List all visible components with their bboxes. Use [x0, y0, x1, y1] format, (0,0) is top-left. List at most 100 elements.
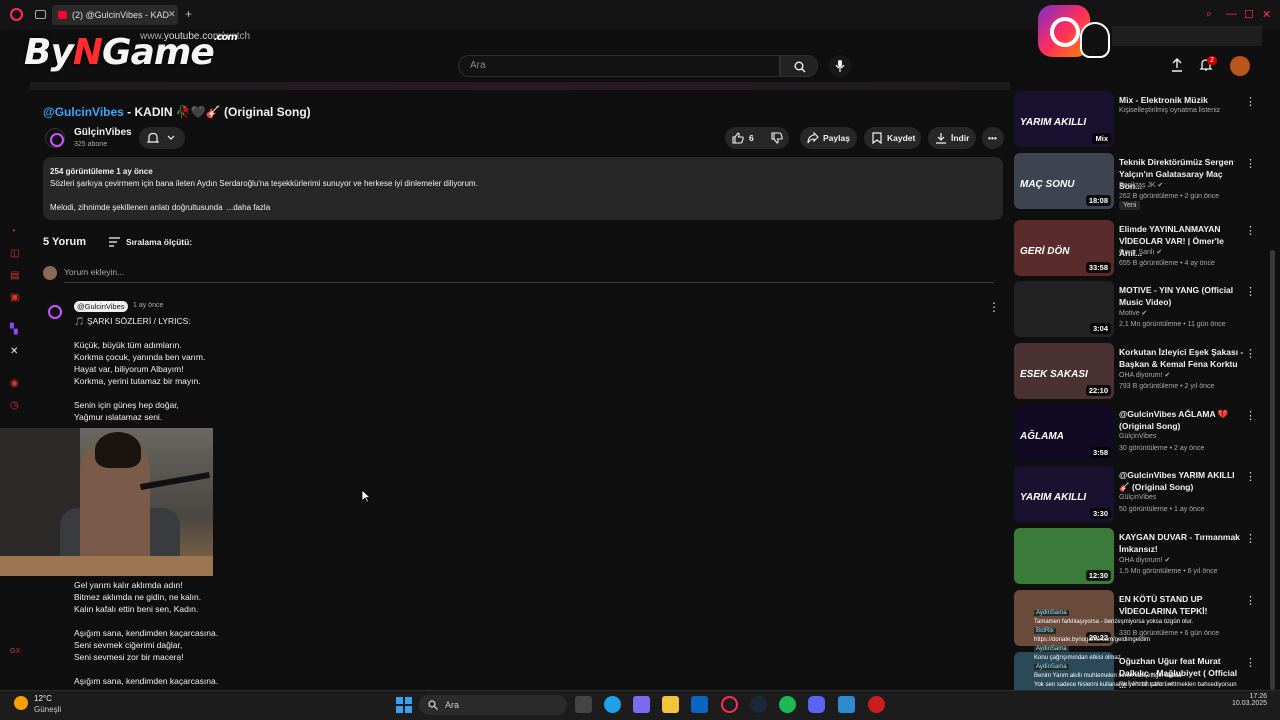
user-avatar[interactable] — [1230, 56, 1250, 76]
sidebar-m-icon[interactable]: ▣ — [10, 292, 21, 303]
video-menu-icon[interactable]: ⋮ — [1245, 285, 1256, 298]
comment-author[interactable]: @GulcinVibes — [74, 301, 128, 312]
recommended-channel-name[interactable]: GülçinVibes — [1119, 494, 1156, 501]
recommended-channel-name[interactable]: Ömer Şanlı ✔ — [1119, 248, 1162, 256]
upload-icon[interactable] — [1170, 58, 1184, 72]
save-button[interactable]: Kaydet — [864, 127, 921, 149]
chat-line: Benim Yarım akıllı muhtemelen senin kast… — [1034, 673, 1182, 679]
recommended-channel-name[interactable]: Kişiselleştirilmiş oynatma listeniz — [1119, 107, 1220, 114]
recommended-channel-name[interactable]: OHA diyorum! ✔ — [1119, 556, 1170, 564]
edge-icon[interactable] — [604, 696, 621, 713]
video-thumbnail[interactable]: ESEK SAKASI 22:10 — [1014, 343, 1114, 399]
spotify-icon[interactable] — [779, 696, 796, 713]
windows-start-icon[interactable] — [396, 697, 412, 713]
recommended-video[interactable]: MAÇ SONU 18:08 Teknik Direktörümüz Sergen … — [1014, 153, 1264, 210]
channel-name[interactable]: GülçinVibes — [74, 127, 132, 138]
comment-text-line: Bitmez aklımda ne gidin, ne kalın. — [74, 592, 202, 602]
recommended-video[interactable]: YARIM AKILLI 3:30 @GulcinVibes YARIM AKILL… — [1014, 466, 1264, 522]
add-comment-input[interactable]: Yorum ekleyin... — [64, 267, 994, 283]
steam-icon[interactable] — [750, 696, 767, 713]
comment-time[interactable]: 1 ay önce — [133, 302, 163, 309]
comment-author-avatar[interactable] — [45, 302, 63, 320]
video-menu-icon[interactable]: ⋮ — [1245, 95, 1256, 108]
video-menu-icon[interactable]: ⋮ — [1245, 594, 1256, 607]
video-thumbnail[interactable]: YARIM AKILLI Mix — [1014, 91, 1114, 147]
minimize-icon[interactable]: — — [1226, 8, 1237, 20]
video-thumbnail[interactable]: 3:04 — [1014, 281, 1114, 337]
voice-search-button[interactable] — [829, 55, 851, 77]
opera-gx-taskbar-icon[interactable] — [721, 696, 738, 713]
player-icon[interactable]: ◉ — [10, 378, 21, 389]
taskbar-search[interactable]: Ara — [419, 695, 567, 715]
recommended-video[interactable]: 12:30 KAYGAN DUVAR - Tırmanmak İmkansız! O… — [1014, 528, 1264, 584]
download-button[interactable]: İndir — [928, 127, 976, 149]
opera-gx-icon[interactable] — [10, 8, 23, 21]
recorder-icon[interactable] — [868, 696, 885, 713]
video-menu-icon[interactable]: ⋮ — [1245, 347, 1256, 360]
discord-icon[interactable] — [808, 696, 825, 713]
twitch-icon[interactable]: ▚ — [10, 324, 21, 335]
video-menu-icon[interactable]: ⋮ — [1245, 224, 1256, 237]
description-box[interactable]: 254 görüntüleme 1 ay önce Sözleri şarkıy… — [43, 157, 1003, 220]
file-explorer-icon[interactable] — [662, 696, 679, 713]
video-thumbnail[interactable]: AĞLAMA 3:58 — [1014, 405, 1114, 461]
copilot-icon[interactable] — [633, 696, 650, 713]
recommended-video-title[interactable]: @GulcinVibes YARIM AKILLI 🎸 (Original So… — [1119, 469, 1244, 493]
video-menu-icon[interactable]: ⋮ — [1245, 409, 1256, 422]
like-button[interactable] — [725, 127, 765, 149]
video-menu-icon[interactable]: ⋮ — [1245, 656, 1256, 669]
video-menu-icon[interactable]: ⋮ — [1245, 532, 1256, 545]
recommended-video-title[interactable]: MOTIVE - YIN YANG (Official Music Video) — [1119, 284, 1244, 308]
history-icon[interactable]: ◷ — [10, 400, 21, 411]
video-thumbnail[interactable]: 12:30 — [1014, 528, 1114, 584]
recommended-video-title[interactable]: EN KÖTÜ STAND UP VİDEOLARINA TEPKİ! — [1119, 593, 1244, 617]
task-view-icon[interactable] — [575, 696, 592, 713]
share-button[interactable]: Paylaş — [800, 127, 857, 149]
page-scrollbar[interactable] — [1270, 250, 1275, 690]
recommended-channel-name[interactable]: GülçinVibes — [1119, 433, 1156, 440]
x-twitter-icon[interactable]: ✕ — [10, 346, 21, 357]
recommended-video-title[interactable]: Korkutan İzleyici Eşek Şakası - Başkan &… — [1119, 346, 1244, 370]
browser-tab[interactable]: (2) @GulcinVibes - KAD — [52, 5, 178, 25]
video-player[interactable] — [30, 82, 1010, 90]
recommended-video[interactable]: GERİ DÖN 33:58 Elimde YAYINLANMAYAN VİDEOL… — [1014, 220, 1264, 276]
recommended-video[interactable]: AĞLAMA 3:58 @GulcinVibes AĞLAMA 💔 (Origina… — [1014, 405, 1264, 461]
show-more-link[interactable]: ...daha fazla — [227, 203, 271, 212]
store-icon[interactable] — [691, 696, 708, 713]
recommended-channel-name[interactable]: OHA diyorum! ✔ — [1119, 371, 1170, 379]
app-icon[interactable] — [838, 696, 855, 713]
thumbnail-caption: YARIM AKILLI — [1020, 492, 1087, 503]
search-tabs-icon[interactable]: ⌕ — [1206, 8, 1212, 21]
sidebar-bag-icon[interactable]: ◫ — [10, 248, 21, 259]
recommended-channel-name[interactable]: Beşiktaş JK ✔ — [1119, 181, 1163, 189]
thumbs-down-icon[interactable] — [771, 132, 783, 144]
recommended-video[interactable]: YARIM AKILLI Mix Mix - Elektronik Müzik Kiş… — [1014, 91, 1264, 147]
recommended-video-title[interactable]: KAYGAN DUVAR - Tırmanmak İmkansız! — [1119, 531, 1244, 555]
close-window-icon[interactable]: ✕ — [1262, 8, 1271, 21]
recommended-channel-name[interactable]: Motive ✔ — [1119, 309, 1147, 317]
video-menu-icon[interactable]: ⋮ — [1245, 470, 1256, 483]
more-actions-button[interactable]: ••• — [982, 127, 1004, 149]
recommended-video[interactable]: 3:04 MOTIVE - YIN YANG (Official Music Vi… — [1014, 281, 1264, 337]
sidebar-gx-icon[interactable]: ◔ — [10, 226, 21, 237]
maximize-icon[interactable]: ☐ — [1244, 8, 1254, 21]
video-thumbnail[interactable]: MAÇ SONU 18:08 — [1014, 153, 1114, 209]
comment-menu-icon[interactable]: ⋮ — [988, 300, 1000, 314]
channel-avatar[interactable] — [45, 128, 65, 148]
tab-close-icon[interactable]: ✕ — [168, 9, 176, 20]
tab-sidebar-icon[interactable] — [35, 10, 46, 19]
recommended-video[interactable]: ESEK SAKASI 22:10 Korkutan İzleyici Eşek Ş… — [1014, 343, 1264, 399]
search-input[interactable]: Ara — [458, 55, 780, 77]
system-clock[interactable]: 17:26 10.03.2025 — [1232, 693, 1267, 707]
recommended-video-title[interactable]: @GulcinVibes AĞLAMA 💔 (Original Song) — [1119, 408, 1244, 432]
gx-corner-icon[interactable]: GX — [10, 648, 21, 659]
video-thumbnail[interactable]: GERİ DÖN 33:58 — [1014, 220, 1114, 276]
video-thumbnail[interactable]: YARIM AKILLI 3:30 — [1014, 466, 1114, 522]
recommended-video-title[interactable]: Mix - Elektronik Müzik — [1119, 94, 1244, 106]
subscription-bell-button[interactable] — [139, 127, 185, 149]
video-menu-icon[interactable]: ⋮ — [1245, 157, 1256, 170]
more-dots-icon: ••• — [988, 133, 997, 143]
sidebar-controller-icon[interactable]: ▤ — [10, 270, 21, 281]
new-tab-icon[interactable]: + — [185, 8, 192, 20]
search-button[interactable] — [780, 55, 818, 77]
